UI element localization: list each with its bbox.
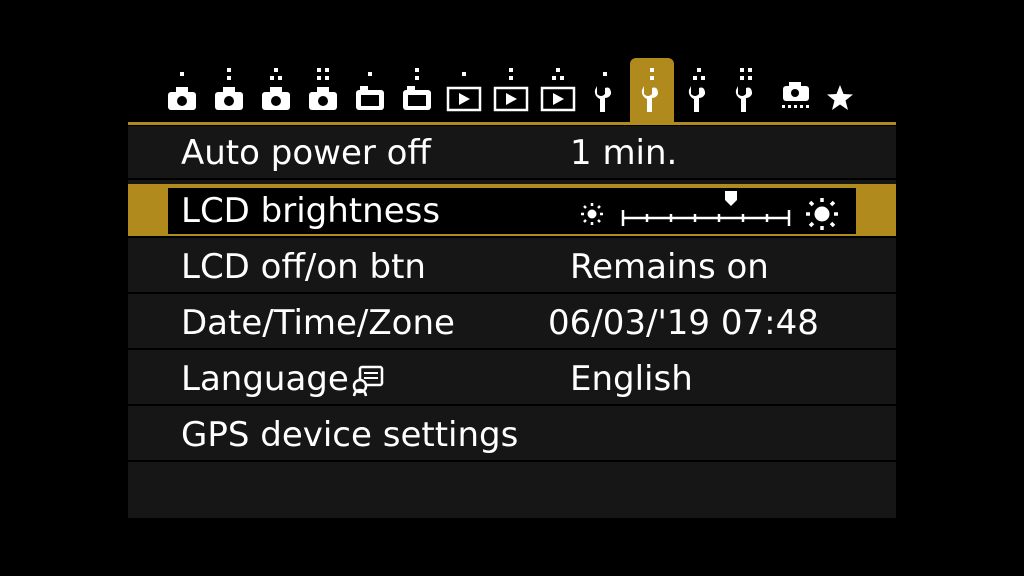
tab-setup-4[interactable] bbox=[724, 58, 768, 124]
tab-live-view-1[interactable] bbox=[348, 58, 392, 124]
tab-playback-3[interactable] bbox=[536, 58, 580, 124]
camera-shooting-4-icon bbox=[309, 68, 337, 110]
tab-shooting-3[interactable] bbox=[254, 58, 298, 124]
menu-item-label-group: Language bbox=[181, 354, 385, 404]
live-view-1-icon bbox=[356, 72, 384, 110]
tab-underline bbox=[128, 122, 896, 125]
menu-item-value: 06/03/'19 07:48 bbox=[548, 303, 819, 343]
setup-menu-list: Auto power off 1 min. LCD brightness LCD… bbox=[128, 126, 896, 518]
menu-item-date-time-zone[interactable]: Date/Time/Zone 06/03/'19 07:48 bbox=[128, 296, 896, 350]
tab-my-menu[interactable] bbox=[818, 58, 862, 124]
menu-item-lcd-off-on-btn[interactable]: LCD off/on btn Remains on bbox=[128, 240, 896, 294]
tab-setup-1[interactable] bbox=[583, 58, 627, 124]
brightness-scale-ticks bbox=[621, 210, 791, 226]
menu-item-auto-power-off[interactable]: Auto power off 1 min. bbox=[128, 126, 896, 180]
setup-4-icon bbox=[735, 68, 752, 112]
menu-item-language[interactable]: Language English bbox=[128, 352, 896, 406]
tab-shooting-2[interactable] bbox=[207, 58, 251, 124]
camera-shooting-3-icon bbox=[262, 68, 290, 110]
playback-1-icon bbox=[446, 72, 482, 112]
menu-item-value: 1 min. bbox=[570, 133, 678, 173]
menu-item-value: Remains on bbox=[570, 247, 769, 287]
tab-playback-1[interactable] bbox=[442, 58, 486, 124]
menu-tab-strip bbox=[160, 58, 890, 124]
menu-item-label: LCD off/on btn bbox=[181, 247, 426, 287]
tab-shooting-4[interactable] bbox=[301, 58, 345, 124]
playback-2-icon bbox=[493, 68, 529, 112]
brightness-level-marker bbox=[725, 191, 737, 206]
menu-empty-row bbox=[128, 464, 896, 518]
tab-setup-3[interactable] bbox=[677, 58, 721, 124]
my-menu-star-icon bbox=[827, 85, 853, 110]
menu-item-label: Auto power off bbox=[181, 133, 431, 173]
camera-shooting-1-icon bbox=[168, 72, 196, 110]
setup-1-icon bbox=[594, 72, 611, 112]
tab-live-view-2[interactable] bbox=[395, 58, 439, 124]
camera-shooting-2-icon bbox=[215, 68, 243, 110]
selection-highlight: LCD brightness bbox=[168, 188, 856, 234]
tab-setup-2[interactable] bbox=[630, 58, 674, 124]
tab-playback-2[interactable] bbox=[489, 58, 533, 124]
sun-bright-icon bbox=[806, 198, 838, 230]
tab-shooting-1[interactable] bbox=[160, 58, 204, 124]
playback-3-icon bbox=[540, 68, 576, 112]
menu-item-gps-device-settings[interactable]: GPS device settings bbox=[128, 408, 896, 462]
live-view-2-icon bbox=[403, 68, 431, 110]
tab-custom-functions[interactable] bbox=[774, 58, 818, 124]
camera-menu-screen: Auto power off 1 min. LCD brightness LCD… bbox=[0, 0, 1024, 576]
menu-item-label: Language bbox=[181, 359, 349, 399]
custom-functions-icon bbox=[782, 82, 809, 108]
setup-3-icon bbox=[688, 68, 705, 112]
menu-item-label: Date/Time/Zone bbox=[181, 303, 455, 343]
language-speech-icon bbox=[352, 365, 384, 396]
menu-item-label: LCD brightness bbox=[181, 191, 441, 231]
brightness-scale[interactable] bbox=[573, 188, 853, 234]
sun-dim-icon bbox=[581, 203, 603, 225]
setup-2-icon bbox=[641, 68, 658, 112]
menu-item-label: GPS device settings bbox=[181, 415, 519, 455]
menu-item-lcd-brightness[interactable]: LCD brightness bbox=[128, 184, 896, 238]
menu-item-value: English bbox=[570, 359, 693, 399]
